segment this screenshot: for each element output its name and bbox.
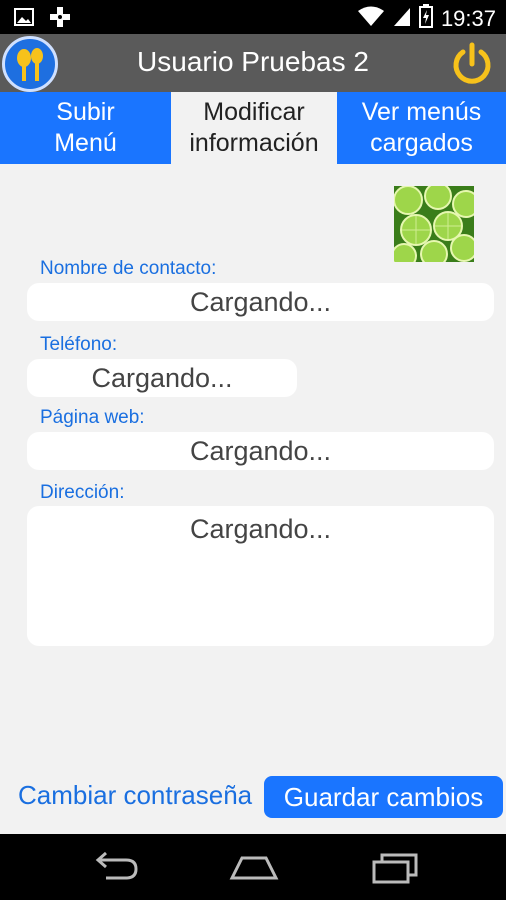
- tab-label-line1: Modificar: [203, 98, 305, 126]
- lime-slices-image[interactable]: [394, 186, 474, 262]
- tab-label-line2: cargados: [370, 129, 473, 157]
- address-label: Dirección:: [40, 482, 125, 503]
- wifi-icon: [357, 5, 385, 32]
- save-changes-button[interactable]: Guardar cambios: [264, 776, 503, 818]
- change-password-link[interactable]: Cambiar contraseña: [18, 780, 252, 811]
- phone-field[interactable]: Cargando...: [27, 359, 297, 397]
- tab-label-line1: Ver menús: [361, 98, 482, 126]
- tab-ver-menus-cargados[interactable]: Ver menús cargados: [337, 92, 506, 164]
- image-notification-icon: [14, 7, 34, 32]
- system-icons: 19:37: [357, 4, 496, 33]
- tab-subir-menu[interactable]: Subir Menú: [0, 92, 171, 164]
- tab-modificar-informacion[interactable]: Modificar información: [171, 92, 337, 164]
- website-label: Página web:: [40, 407, 145, 428]
- clock: 19:37: [440, 5, 496, 31]
- notification-icons: [14, 6, 72, 33]
- app-header: Usuario Pruebas 2: [0, 34, 506, 92]
- tab-label-line2: información: [189, 129, 319, 157]
- gamepad-notification-icon: [48, 6, 72, 33]
- navigation-bar: [0, 834, 506, 900]
- status-bar: 19:37: [0, 0, 506, 34]
- battery-charging-icon: [418, 4, 433, 33]
- back-icon[interactable]: [86, 850, 142, 884]
- address-field[interactable]: Cargando...: [27, 506, 494, 646]
- website-field[interactable]: Cargando...: [27, 432, 494, 470]
- contact-name-field[interactable]: Cargando...: [27, 283, 494, 321]
- signal-icon: [393, 5, 411, 32]
- restaurant-logo-icon[interactable]: [2, 36, 58, 92]
- tab-bar: Subir Menú Modificar información Ver men…: [0, 92, 506, 164]
- tab-label-line1: Subir: [56, 98, 115, 126]
- home-icon[interactable]: [226, 850, 282, 884]
- phone-label: Teléfono:: [40, 334, 118, 355]
- contact-name-label: Nombre de contacto:: [40, 258, 217, 279]
- tab-label-line2: Menú: [54, 129, 117, 157]
- recent-apps-icon[interactable]: [366, 850, 422, 884]
- page-title: Usuario Pruebas 2: [137, 46, 369, 77]
- power-icon[interactable]: [448, 40, 496, 88]
